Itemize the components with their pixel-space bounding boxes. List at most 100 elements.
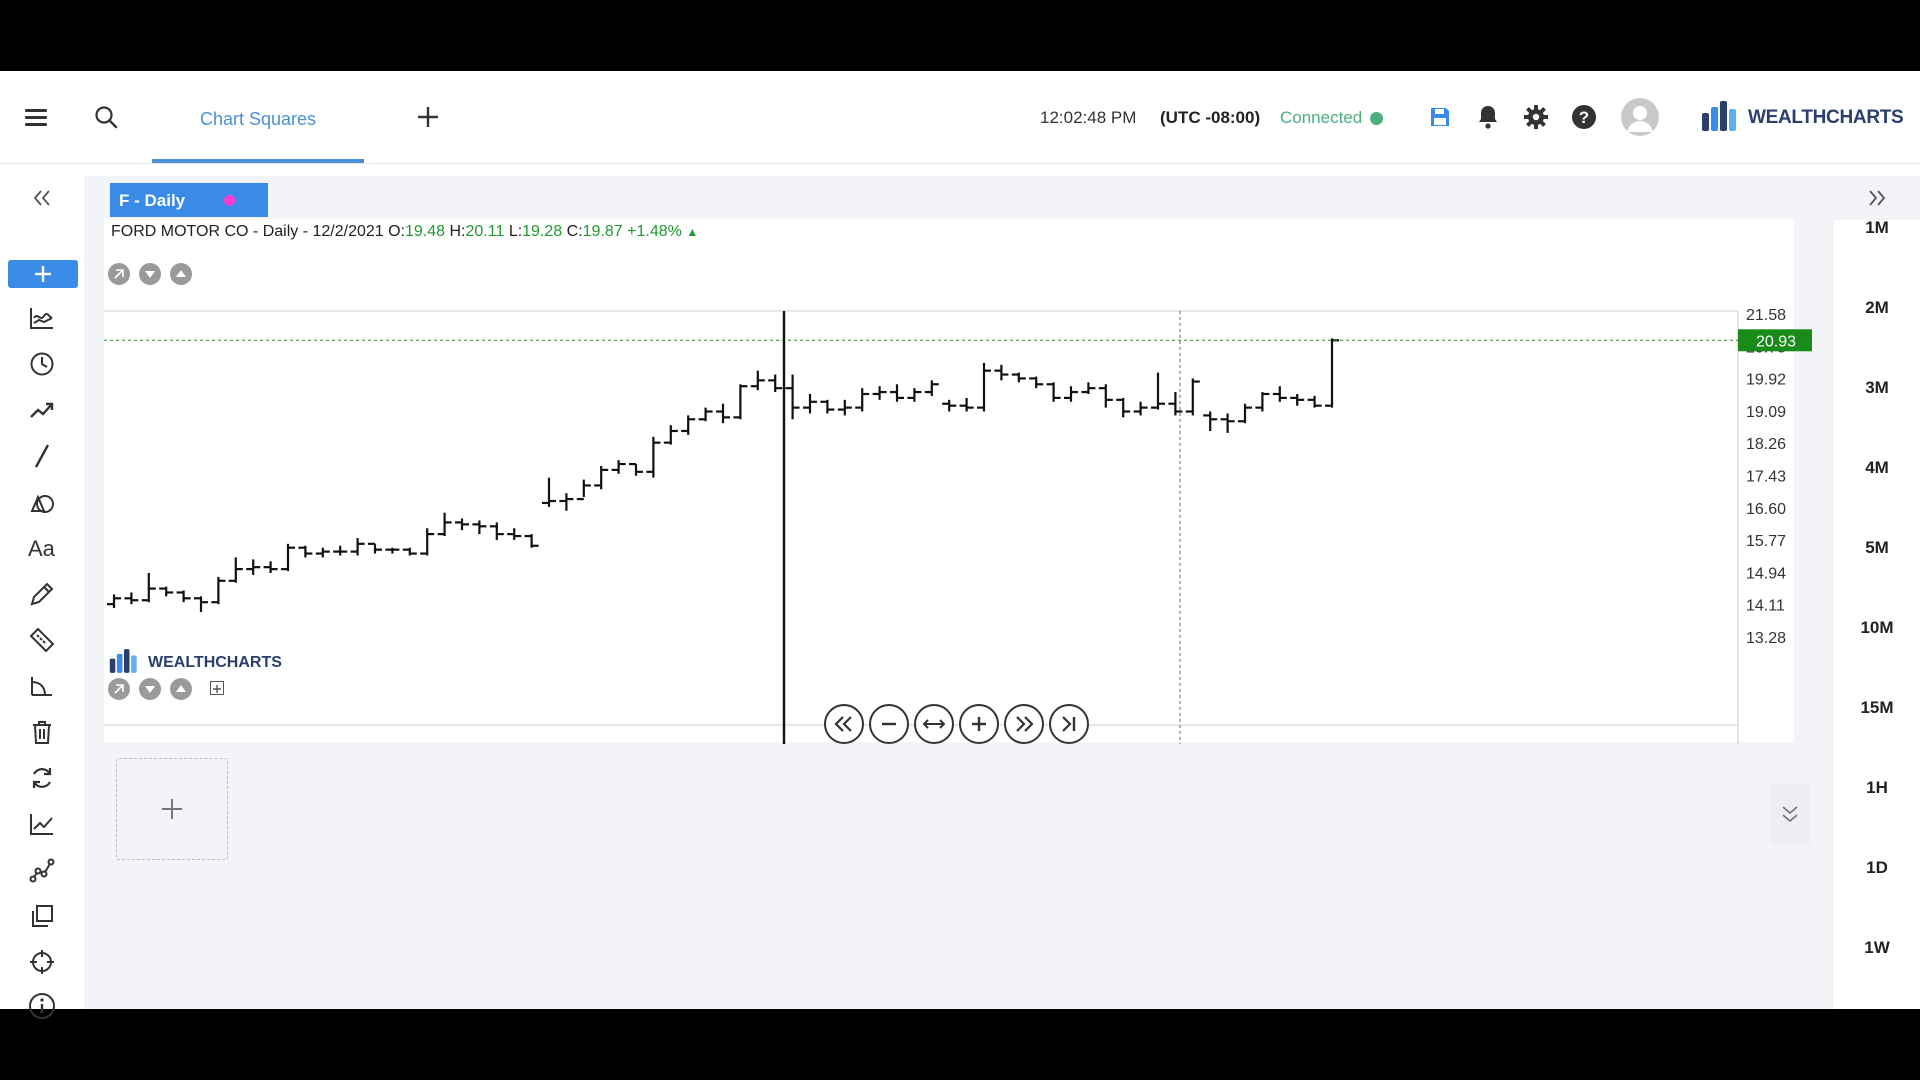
ohlc-bar (907, 388, 922, 402)
trend-icon[interactable] (22, 392, 62, 428)
timeframe-15m[interactable]: 15M (1834, 698, 1920, 718)
tab-active-indicator (152, 159, 364, 163)
ohlc-bar (281, 543, 295, 572)
ohlc-bar (455, 518, 469, 531)
tab-label: Chart Squares (199, 109, 317, 129)
line-tool-icon[interactable] (22, 438, 62, 474)
trash-icon[interactable] (22, 714, 62, 750)
price-chart-svg[interactable]: 21.5820.7519.9219.0918.2617.4316.6015.77… (84, 176, 1834, 744)
price-axis-tick: 21.58 (1746, 307, 1786, 324)
crosshair-icon[interactable] (22, 944, 62, 980)
ohlc-bar (646, 436, 661, 478)
pane-move-down-icon[interactable] (139, 263, 161, 285)
copy-icon[interactable] (22, 898, 62, 934)
ohlc-bar (576, 479, 591, 501)
help-icon[interactable]: ? (1568, 101, 1600, 133)
timeframe-panel: 1M 2M 3M 4M 5M 10M 15M 1H 1D 1W (1834, 176, 1920, 1009)
ohlc-bar (246, 559, 261, 575)
ohlc-bar (820, 399, 835, 414)
collapse-left-icon[interactable] (0, 176, 84, 220)
add-chart-button[interactable] (116, 758, 228, 860)
indicator-settings-icon[interactable] (108, 678, 130, 700)
menu-icon[interactable] (20, 101, 52, 133)
plus-icon (162, 799, 182, 819)
ohlc-bar (977, 362, 991, 412)
ohlc-bar (1098, 384, 1113, 408)
zoom-in-button[interactable] (959, 704, 999, 744)
scroll-back-button[interactable] (824, 704, 864, 744)
ohlc-bar (315, 547, 330, 558)
fit-width-button[interactable] (914, 704, 954, 744)
refresh-icon[interactable] (22, 760, 62, 796)
ohlc-bar (472, 520, 487, 535)
ohlc-bar (1272, 386, 1287, 402)
timezone-label[interactable]: (UTC -08:00) (1160, 108, 1260, 128)
watermark-text: WEALTHCHARTS (148, 654, 282, 671)
search-icon[interactable] (90, 101, 122, 133)
indicator-expand-icon[interactable] (210, 681, 224, 695)
timeframe-1w[interactable]: 1W (1834, 938, 1920, 958)
price-axis-tick: 14.11 (1746, 598, 1785, 615)
shapes-icon[interactable] (22, 484, 62, 520)
ohlc-bar (1133, 401, 1148, 416)
timeframe-1h[interactable]: 1H (1834, 778, 1920, 798)
wealthcharts-logo: WEALTHCHARTS (1700, 97, 1904, 137)
ohlc-bar (924, 380, 939, 396)
price-axis-tick: 13.28 (1746, 630, 1786, 647)
jump-to-latest-button[interactable] (1049, 704, 1089, 744)
price-axis-tick: 16.60 (1746, 501, 1786, 518)
logo-mark-icon (1702, 101, 1736, 131)
ohlc-bar (263, 561, 278, 574)
info-icon[interactable] (22, 988, 62, 1024)
timeframe-2m[interactable]: 2M (1834, 298, 1920, 318)
timeframe-3m[interactable]: 3M (1834, 378, 1920, 398)
zoom-out-button[interactable] (869, 704, 909, 744)
angle-icon[interactable] (22, 668, 62, 704)
ohlc-bar (437, 512, 452, 537)
expand-right-icon[interactable] (1834, 176, 1920, 220)
save-icon[interactable] (1424, 101, 1456, 133)
clock-icon[interactable] (22, 346, 62, 382)
timeframe-5m[interactable]: 5M (1834, 538, 1920, 558)
pane-settings-icon[interactable] (108, 263, 130, 285)
ohlc-bar (124, 592, 139, 605)
indicator-move-down-icon[interactable] (139, 678, 161, 700)
indicators-icon[interactable] (22, 300, 62, 336)
ohlc-bar (594, 465, 609, 490)
add-tool-button[interactable] (8, 260, 78, 288)
indicator-move-up-icon[interactable] (170, 678, 192, 700)
app-window: Chart Squares 12:02:48 PM (UTC -08:00) C… (0, 71, 1920, 1019)
ohlc-bar (837, 399, 852, 416)
price-axis-tick: 19.09 (1746, 404, 1786, 421)
ohlc-bar (368, 542, 382, 554)
avatar[interactable] (1621, 98, 1659, 136)
timeframe-1d[interactable]: 1D (1834, 858, 1920, 878)
pencil-icon[interactable] (22, 576, 62, 612)
ohlc-bar (559, 493, 574, 511)
ohlc-bar (1255, 392, 1270, 412)
timeframe-10m[interactable]: 10M (1834, 618, 1920, 638)
line-chart-icon[interactable] (22, 806, 62, 842)
ohlc-bar (1220, 413, 1235, 433)
text-tool-icon[interactable]: Aa (22, 530, 62, 566)
ohlc-bar (872, 386, 887, 400)
ruler-icon[interactable] (22, 622, 62, 658)
current-price-value: 20.93 (1756, 333, 1796, 350)
ohlc-bar (959, 397, 974, 412)
pattern-icon[interactable] (22, 852, 62, 888)
scroll-forward-button[interactable] (1004, 704, 1044, 744)
ohlc-bar (1185, 378, 1200, 416)
add-tab-icon[interactable] (412, 101, 444, 133)
ohlc-bar (803, 393, 817, 414)
ohlc-bar (1151, 372, 1165, 410)
timeframe-4m[interactable]: 4M (1834, 458, 1920, 478)
bell-icon[interactable] (1472, 101, 1504, 133)
top-bar: Chart Squares 12:02:48 PM (UTC -08:00) C… (0, 71, 1920, 164)
price-axis-tick: 19.92 (1746, 372, 1786, 389)
gear-icon[interactable] (1520, 101, 1552, 133)
timeframe-1m[interactable]: 1M (1834, 218, 1920, 238)
tab-chart-squares[interactable]: Chart Squares (152, 71, 364, 163)
watermark-logo-icon (109, 649, 137, 673)
expand-down-icon[interactable] (1770, 784, 1810, 844)
pane-move-up-icon[interactable] (170, 263, 192, 285)
